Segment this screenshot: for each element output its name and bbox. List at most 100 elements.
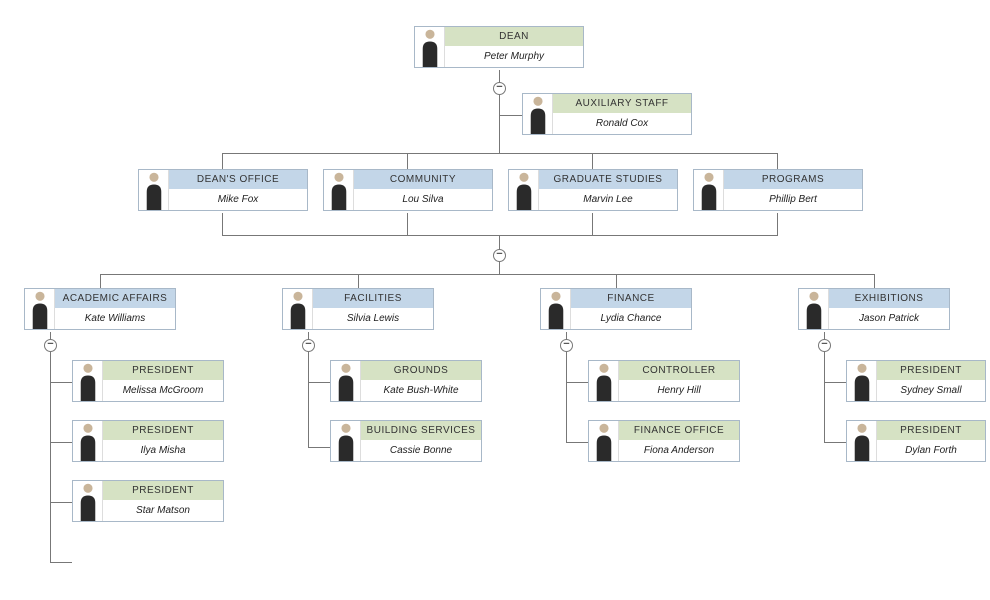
- avatar: [331, 421, 361, 461]
- connector-line: [499, 262, 500, 274]
- node-name: Henry Hill: [619, 380, 739, 401]
- node-president-2[interactable]: PRESIDENT Ilya Misha: [72, 420, 224, 462]
- connector-line: [308, 382, 330, 383]
- connector-line: [824, 352, 825, 442]
- connector-line: [222, 235, 778, 236]
- connector-line: [308, 352, 309, 447]
- node-name: Silvia Lewis: [313, 308, 433, 329]
- avatar: [415, 27, 445, 67]
- node-building-services[interactable]: BUILDING SERVICES Cassie Bonne: [330, 420, 482, 462]
- node-title: PRESIDENT: [877, 361, 985, 380]
- node-grounds[interactable]: GROUNDS Kate Bush-White: [330, 360, 482, 402]
- node-programs[interactable]: PROGRAMS Phillip Bert: [693, 169, 863, 211]
- connector-line: [499, 95, 500, 153]
- avatar: [139, 170, 169, 210]
- node-president-1[interactable]: PRESIDENT Melissa McGroom: [72, 360, 224, 402]
- avatar: [523, 94, 553, 134]
- node-president-4[interactable]: PRESIDENT Sydney Small: [846, 360, 986, 402]
- node-title: BUILDING SERVICES: [361, 421, 481, 440]
- node-president-3[interactable]: PRESIDENT Star Matson: [72, 480, 224, 522]
- connector-line: [407, 213, 408, 235]
- connector-line: [100, 274, 875, 275]
- connector-line: [100, 274, 101, 288]
- connector-line: [222, 153, 223, 169]
- connector-line: [222, 213, 223, 235]
- node-name: Fiona Anderson: [619, 440, 739, 461]
- node-name: Ilya Misha: [103, 440, 223, 461]
- node-community[interactable]: COMMUNITY Lou Silva: [323, 169, 493, 211]
- node-name: Lydia Chance: [571, 308, 691, 329]
- node-auxiliary-staff[interactable]: AUXILIARY STAFF Ronald Cox: [522, 93, 692, 135]
- collapse-toggle[interactable]: −: [818, 339, 831, 352]
- avatar: [73, 481, 103, 521]
- node-name: Peter Murphy: [445, 46, 583, 67]
- connector-line: [592, 213, 593, 235]
- collapse-toggle[interactable]: −: [493, 82, 506, 95]
- node-name: Kate Bush-White: [361, 380, 481, 401]
- avatar: [25, 289, 55, 329]
- connector-line: [50, 382, 72, 383]
- node-name: Star Matson: [103, 500, 223, 521]
- node-facilities[interactable]: FACILITIES Silvia Lewis: [282, 288, 434, 330]
- collapse-toggle[interactable]: −: [302, 339, 315, 352]
- node-title: CONTROLLER: [619, 361, 739, 380]
- connector-line: [616, 274, 617, 288]
- avatar: [509, 170, 539, 210]
- node-name: Melissa McGroom: [103, 380, 223, 401]
- node-name: Lou Silva: [354, 189, 492, 210]
- connector-line: [592, 153, 593, 169]
- connector-line: [50, 442, 72, 443]
- node-name: Ronald Cox: [553, 113, 691, 134]
- node-name: Sydney Small: [877, 380, 985, 401]
- node-president-5[interactable]: PRESIDENT Dylan Forth: [846, 420, 986, 462]
- node-graduate-studies[interactable]: GRADUATE STUDIES Marvin Lee: [508, 169, 678, 211]
- connector-line: [874, 274, 875, 288]
- connector-line: [566, 352, 567, 442]
- node-title: FACILITIES: [313, 289, 433, 308]
- connector-line: [566, 382, 588, 383]
- node-name: Mike Fox: [169, 189, 307, 210]
- node-name: Kate Williams: [55, 308, 175, 329]
- connector-line: [222, 153, 778, 154]
- connector-line: [824, 382, 846, 383]
- node-title: EXHIBITIONS: [829, 289, 949, 308]
- avatar: [694, 170, 724, 210]
- collapse-toggle[interactable]: −: [560, 339, 573, 352]
- node-exhibitions[interactable]: EXHIBITIONS Jason Patrick: [798, 288, 950, 330]
- avatar: [73, 421, 103, 461]
- node-title: ACADEMIC AFFAIRS: [55, 289, 175, 308]
- node-title: PROGRAMS: [724, 170, 862, 189]
- node-title: FINANCE OFFICE: [619, 421, 739, 440]
- connector-line: [499, 115, 522, 116]
- collapse-toggle[interactable]: −: [493, 249, 506, 262]
- connector-line: [308, 447, 330, 448]
- node-title: GRADUATE STUDIES: [539, 170, 677, 189]
- node-name: Phillip Bert: [724, 189, 862, 210]
- connector-line: [358, 274, 359, 288]
- avatar: [541, 289, 571, 329]
- node-dean[interactable]: DEAN Peter Murphy: [414, 26, 584, 68]
- connector-line: [566, 442, 588, 443]
- avatar: [847, 421, 877, 461]
- node-finance[interactable]: FINANCE Lydia Chance: [540, 288, 692, 330]
- node-name: Dylan Forth: [877, 440, 985, 461]
- node-title: AUXILIARY STAFF: [553, 94, 691, 113]
- node-name: Cassie Bonne: [361, 440, 481, 461]
- avatar: [283, 289, 313, 329]
- collapse-toggle[interactable]: −: [44, 339, 57, 352]
- avatar: [847, 361, 877, 401]
- node-title: FINANCE: [571, 289, 691, 308]
- node-title: PRESIDENT: [103, 481, 223, 500]
- node-controller[interactable]: CONTROLLER Henry Hill: [588, 360, 740, 402]
- connector-line: [407, 153, 408, 169]
- avatar: [324, 170, 354, 210]
- node-deans-office[interactable]: DEAN'S OFFICE Mike Fox: [138, 169, 308, 211]
- node-title: GROUNDS: [361, 361, 481, 380]
- avatar: [589, 361, 619, 401]
- avatar: [589, 421, 619, 461]
- connector-line: [824, 442, 846, 443]
- node-academic-affairs[interactable]: ACADEMIC AFFAIRS Kate Williams: [24, 288, 176, 330]
- node-title: DEAN: [445, 27, 583, 46]
- node-finance-office[interactable]: FINANCE OFFICE Fiona Anderson: [588, 420, 740, 462]
- node-title: PRESIDENT: [103, 421, 223, 440]
